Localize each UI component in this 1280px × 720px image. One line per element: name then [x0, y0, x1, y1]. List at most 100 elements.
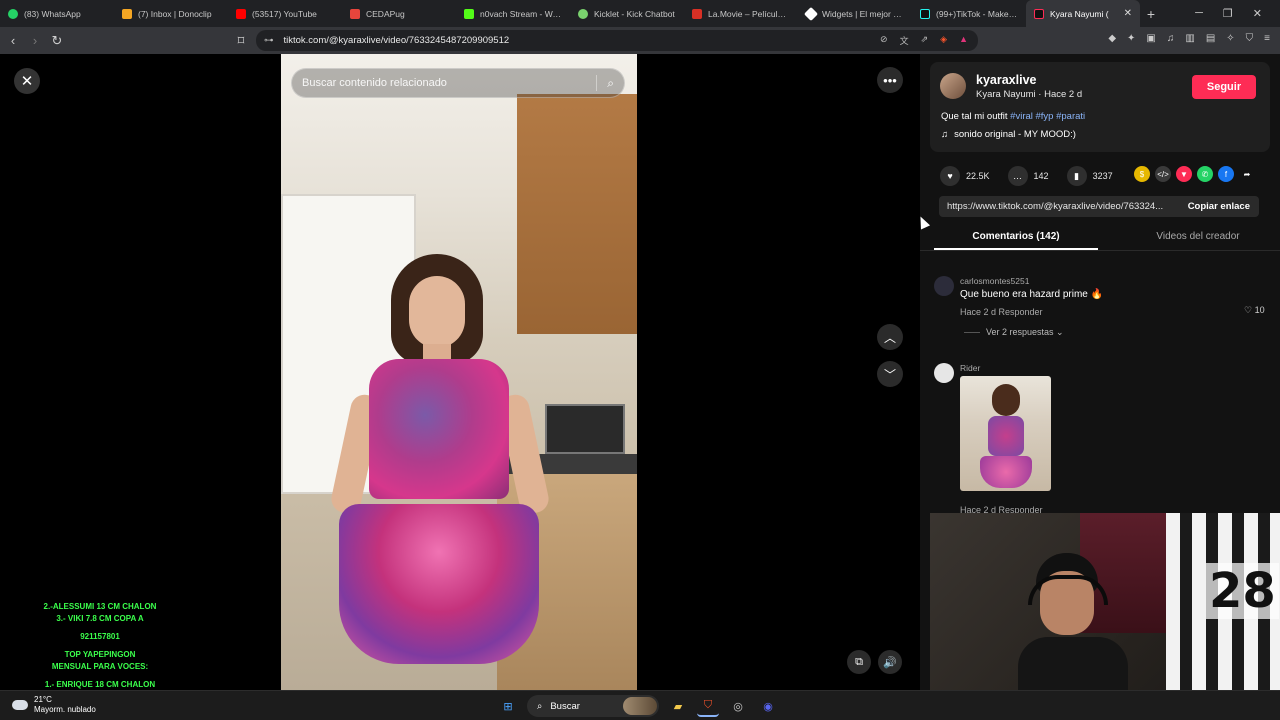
brave-browser-icon[interactable]: ⛉ — [697, 695, 719, 717]
tab-n0vach[interactable]: n0vach Stream - Watch — [456, 0, 570, 27]
discord-icon[interactable]: ◉ — [757, 695, 779, 717]
tab-youtube[interactable]: (53517) YouTube — [228, 0, 342, 27]
weather-text: 21°C Mayorm. nublado — [34, 695, 96, 715]
minimize-icon[interactable]: ─ — [1195, 7, 1203, 20]
tab-widgets[interactable]: Widgets | El mejor soft — [798, 0, 912, 27]
video-link[interactable]: https://www.tiktok.com/@kyaraxlive/video… — [939, 201, 1175, 212]
comment-username[interactable]: carlosmontes5251 — [960, 276, 1029, 286]
bookmark-icon[interactable]: ⌑ — [230, 33, 252, 49]
tab-title: CEDAPug — [366, 8, 405, 19]
url-field[interactable]: ⊶ tiktok.com/@kyaraxlive/video/763324548… — [256, 30, 978, 51]
tab-tiktok[interactable]: (99+)TikTok - Make Yo — [912, 0, 1026, 27]
next-video-button[interactable]: ﹀ — [877, 361, 903, 387]
user-subtitle: Kyara Nayumi · Hace 2 d — [976, 89, 1083, 100]
video-background-cabinet — [517, 94, 637, 334]
tab-lamovie[interactable]: La.Movie – Películas, S — [684, 0, 798, 27]
engagement-stats: ♥ 22.5K … 142 ▮ 3237 — [940, 166, 1123, 186]
taskbar-search[interactable]: ⌕ Buscar — [527, 695, 659, 717]
whatsapp-icon — [8, 8, 18, 19]
kick-icon — [464, 8, 474, 19]
tab-kicklet[interactable]: Kicklet - Kick Chatbot — [570, 0, 684, 27]
view-replies-label: Ver 2 respuestas ⌄ — [986, 327, 1064, 337]
music-info[interactable]: ♫ sonido original - MY MOOD:) — [941, 129, 1076, 140]
search-highlight-image — [623, 697, 657, 715]
tab-kyara-active[interactable]: Kyara Nayumi (✕ — [1026, 0, 1140, 27]
close-button[interactable]: ✕ — [14, 68, 40, 94]
tab-creator-videos[interactable]: Videos del creador — [1118, 224, 1278, 250]
avatar[interactable] — [934, 363, 954, 383]
avatar[interactable] — [934, 276, 954, 296]
forward-icon[interactable]: › — [24, 33, 46, 48]
sidebar-icon[interactable]: ▥ — [1185, 33, 1194, 44]
screenshot-icon[interactable]: ▣ — [1146, 33, 1155, 44]
tab-whatsapp[interactable]: (83) WhatsApp — [0, 0, 114, 27]
windows-start-icon[interactable]: ⊞ — [497, 695, 519, 717]
vpn-icon[interactable]: ⛉ — [1246, 33, 1254, 44]
no-tracking-icon[interactable]: ⊘ — [880, 34, 888, 47]
likes-stat[interactable]: ♥ 22.5K — [940, 166, 990, 186]
comment-image[interactable] — [960, 376, 1051, 491]
weather-widget[interactable]: 21°C Mayorm. nublado — [12, 695, 96, 715]
webcam-overlay: 28 — [930, 513, 1280, 690]
share-icon[interactable]: ⇗ — [921, 34, 929, 47]
coin-icon[interactable]: $ — [1134, 166, 1150, 182]
embed-icon[interactable]: </> — [1155, 166, 1171, 182]
video-person-top — [369, 359, 509, 499]
taskbar-search-label: Buscar — [550, 700, 580, 712]
extension-icon[interactable]: ◆ — [1108, 33, 1116, 44]
comment-meta[interactable]: Hace 2 d Responder — [960, 307, 1043, 317]
tab-title: (53517) YouTube — [252, 8, 317, 19]
send-icon[interactable]: ▼ — [1176, 166, 1192, 182]
related-search-input[interactable]: Buscar contenido relacionado ⌕ — [291, 68, 625, 98]
window-controls: ─ ❐ ✕ — [1195, 7, 1280, 20]
back-icon[interactable]: ‹ — [2, 33, 24, 48]
username[interactable]: kyaraxlive — [976, 73, 1036, 87]
video-player[interactable]: Buscar contenido relacionado ⌕ — [281, 54, 637, 690]
facebook-icon[interactable]: f — [1218, 166, 1234, 182]
close-tab-icon[interactable]: ✕ — [1124, 8, 1132, 19]
follow-button[interactable]: Seguir — [1192, 75, 1256, 99]
comment-like[interactable]: ♡ 10 — [1244, 305, 1265, 316]
previous-video-button[interactable]: ︿ — [877, 324, 903, 350]
copy-link-button[interactable]: Copiar enlace — [1179, 201, 1259, 212]
site-info-icon[interactable]: ⊶ — [264, 35, 274, 46]
leo-ai-icon[interactable]: ✧ — [1226, 33, 1234, 44]
puzzle-icon[interactable]: ✦ — [1127, 33, 1135, 44]
caption-hashtags[interactable]: #viral #fyp #parati — [1010, 111, 1085, 122]
wallet-icon[interactable]: ▤ — [1206, 33, 1215, 44]
reload-icon[interactable]: ↻ — [46, 33, 68, 49]
view-replies-button[interactable]: Ver 2 respuestas ⌄ — [964, 327, 1064, 338]
post-caption: Que tal mi outfit #viral #fyp #parati — [941, 111, 1085, 122]
weather-condition: Mayorm. nublado — [34, 705, 96, 714]
comments-stat[interactable]: … 142 — [1007, 166, 1049, 186]
search-icon[interactable]: ⌕ — [607, 76, 614, 91]
menu-icon[interactable]: ≡ — [1264, 33, 1270, 44]
comment-username[interactable]: Rider — [960, 363, 980, 373]
tab-title: Widgets | El mejor soft — [822, 8, 904, 19]
pip-icon[interactable]: ⧉ — [847, 650, 871, 674]
comments-count: 142 — [1033, 171, 1049, 181]
likes-count: 22.5K — [966, 171, 990, 181]
maximize-icon[interactable]: ❐ — [1223, 7, 1233, 20]
video-background-microwave — [545, 404, 625, 454]
brave-shield-icon[interactable]: ◈ — [940, 34, 947, 47]
tab-cedapug[interactable]: CEDAPug — [342, 0, 456, 27]
tab-donoclip[interactable]: (7) Inbox | Donoclip — [114, 0, 228, 27]
new-tab-button[interactable]: + — [1140, 6, 1162, 22]
share-arrow-icon[interactable]: ➦ — [1239, 166, 1255, 182]
close-window-icon[interactable]: ✕ — [1253, 7, 1262, 20]
app-icon[interactable]: ◎ — [727, 695, 749, 717]
tab-title: n0vach Stream - Watch — [480, 8, 562, 19]
avatar[interactable] — [940, 73, 966, 99]
more-options-button[interactable]: ••• — [877, 67, 903, 93]
file-explorer-icon[interactable]: ▰ — [667, 695, 689, 717]
tab-comments[interactable]: Comentarios (142) — [934, 224, 1098, 250]
brave-rewards-icon[interactable]: ▲ — [959, 34, 968, 47]
translate-icon[interactable]: 文 — [900, 34, 909, 47]
whatsapp-icon[interactable]: ✆ — [1197, 166, 1213, 182]
temperature: 21°C — [34, 695, 52, 704]
volume-icon[interactable]: 🔊 — [878, 650, 902, 674]
media-icon[interactable]: ♫ — [1167, 33, 1175, 44]
saves-stat[interactable]: ▮ 3237 — [1066, 166, 1113, 186]
tab-title: (83) WhatsApp — [24, 8, 81, 19]
